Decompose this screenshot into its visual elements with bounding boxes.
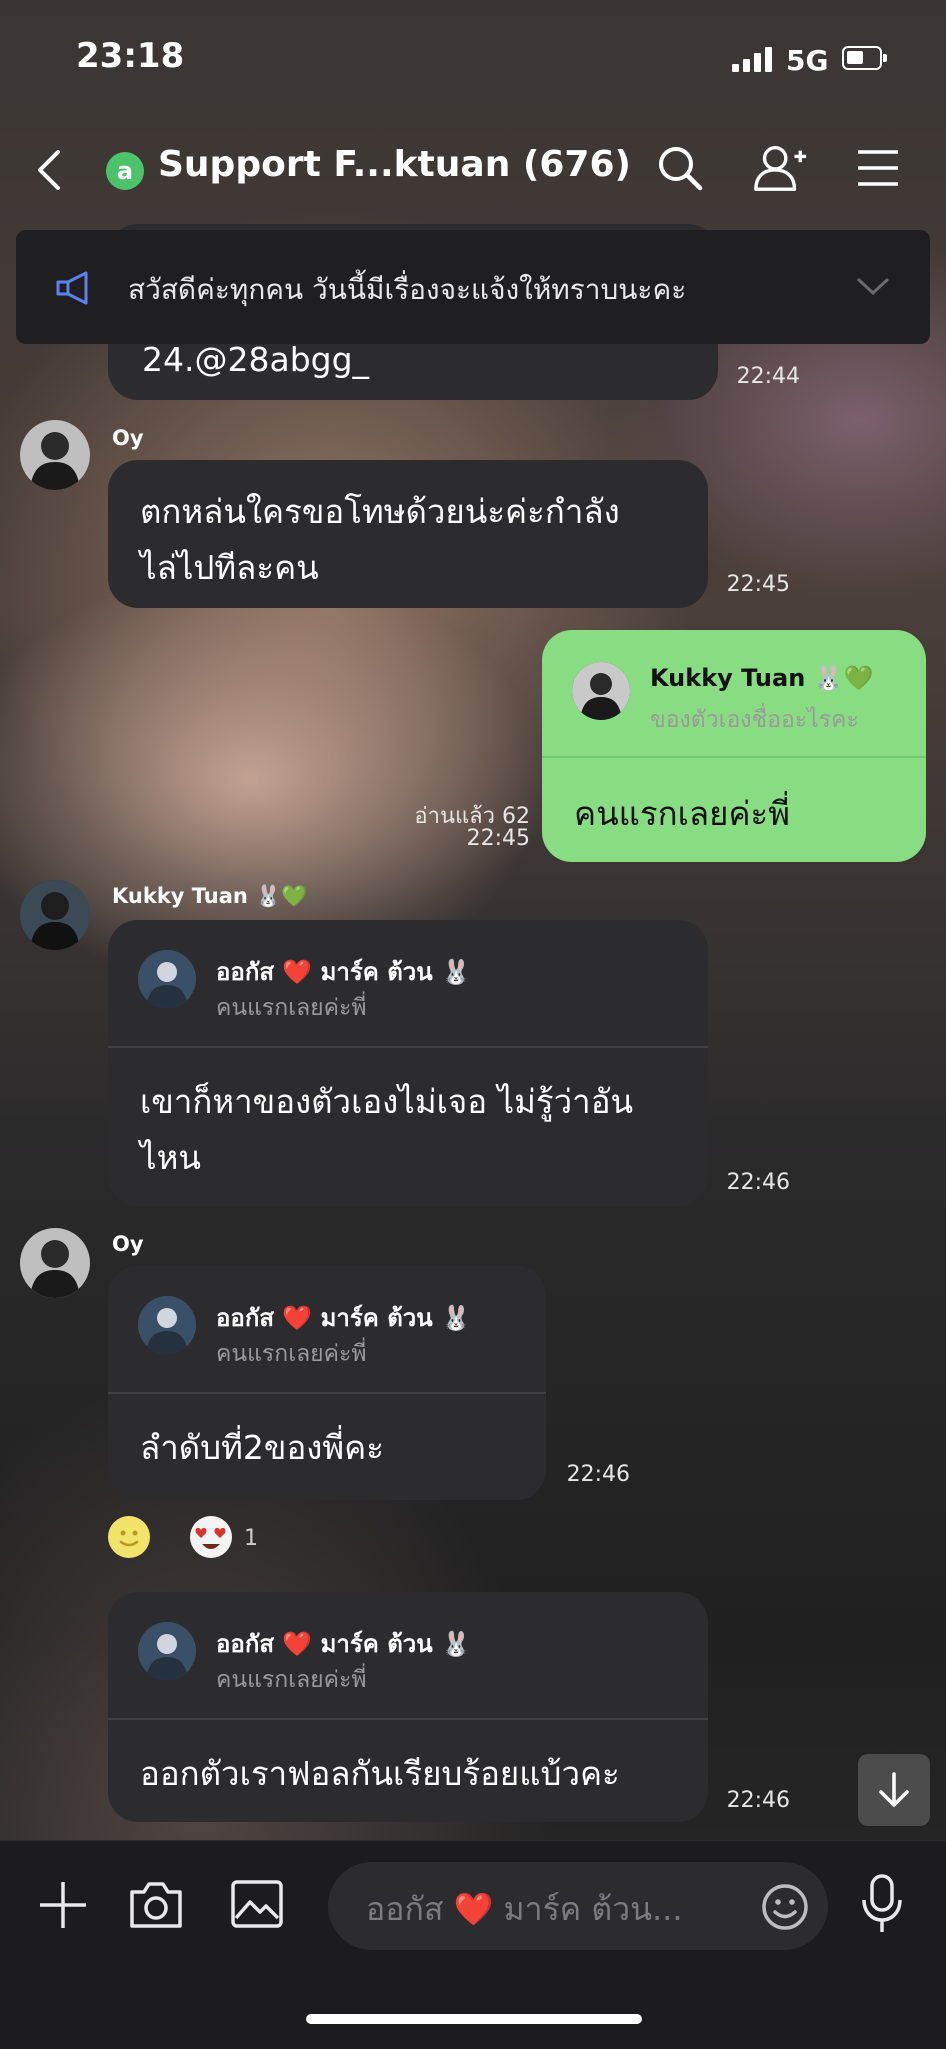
search-icon [659,147,703,191]
quote-text: คนแรกเลยค่ะพี่ [216,1341,367,1367]
quote-name: ออกัส ❤️ มาร์ค ต้วน 🐰 [216,1630,471,1658]
sender-name: Oy [112,426,144,450]
message-time: 22:46 [566,1462,630,1487]
message-text: ลำดับที่2ของพี่คะ [140,1428,384,1467]
chevron-down-icon[interactable] [856,276,890,302]
megaphone-icon [54,270,94,310]
message-text: เขาก็หาของตัวเองไม่เจอ ไม่รู้ว่าอัน [140,1082,634,1121]
quote-avatar [138,1622,196,1680]
chevron-left-icon [38,150,60,190]
emoji-button[interactable] [760,1882,810,1936]
message-text: ออกตัวเราฟอลกันเรียบร้อยแบ้วคะ [140,1754,620,1793]
home-indicator [306,2014,642,2024]
quote-name: Kukky Tuan 🐰💚 [650,664,874,692]
heart-eyes-reaction[interactable] [190,1516,232,1558]
battery-icon [842,46,887,70]
quote-name: ออกัส ❤️ มาร์ค ต้วน 🐰 [216,958,471,986]
official-account-badge: a [106,152,144,190]
menu-icon [858,150,898,186]
quote-avatar [138,950,196,1008]
announcement-text: สวัสดีค่ะทุกคน วันนี้มีเรื่องจะแจ้งให้ทร… [128,273,687,306]
quote-avatar [572,662,630,720]
quote-avatar [138,1296,196,1354]
menu-button[interactable] [850,140,906,196]
voice-button[interactable] [858,1872,906,1940]
sender-name: Kukky Tuan 🐰💚 [112,884,308,908]
quote-text: ของตัวเองชื่ออะไรคะ [650,707,859,733]
add-member-button[interactable] [752,140,808,196]
message-text: ไหน [140,1138,201,1177]
status-time: 23:18 [76,36,185,76]
avatar[interactable] [20,880,90,950]
image-icon [231,1880,283,1928]
chat-title[interactable]: Support F...ktuan (676) [158,144,631,185]
signal-icon [732,46,776,72]
reaction-count: 1 [244,1526,258,1551]
quote-name: ออกัส ❤️ มาร์ค ต้วน 🐰 [216,1304,471,1332]
sender-name: Oy [112,1232,144,1256]
arrow-down-icon [879,1772,909,1807]
network-label: 5G [786,44,829,77]
avatar[interactable] [20,1228,90,1298]
message-time: 22:46 [726,1788,790,1813]
scroll-to-bottom-button[interactable] [858,1754,930,1826]
message-time: 22:44 [736,364,800,389]
emoji-icon [762,1884,808,1930]
avatar[interactable] [20,420,90,490]
search-button[interactable] [652,140,708,196]
quote-text: คนแรกเลยค่ะพี่ [216,995,367,1021]
message-text: ตกหล่นใครขอโทษด้วยน่ะค่ะกำลัง [140,492,620,531]
plus-icon [40,1882,86,1928]
message-time: 22:45 [726,572,790,597]
message-text: คนแรกเลยค่ะพี่ [574,794,790,833]
add-reaction-button[interactable] [108,1516,150,1558]
quote-text: คนแรกเลยค่ะพี่ [216,1667,367,1693]
microphone-icon [862,1874,902,1932]
message-input-text: ออกัส ❤️ มาร์ค ต้วน... [366,1890,683,1928]
gallery-button[interactable] [230,1878,284,1934]
heart-eyes-icon [195,1527,226,1549]
add-person-icon [754,146,807,191]
message-text: ไล่ไปทีละคน [140,548,319,587]
message-time: 22:46 [726,1170,790,1195]
camera-icon [130,1882,182,1928]
camera-button[interactable] [128,1878,184,1934]
message-time: 22:45 [466,826,530,851]
back-button[interactable] [30,148,70,192]
plus-button[interactable] [36,1878,90,1936]
smiley-icon [119,1530,139,1547]
